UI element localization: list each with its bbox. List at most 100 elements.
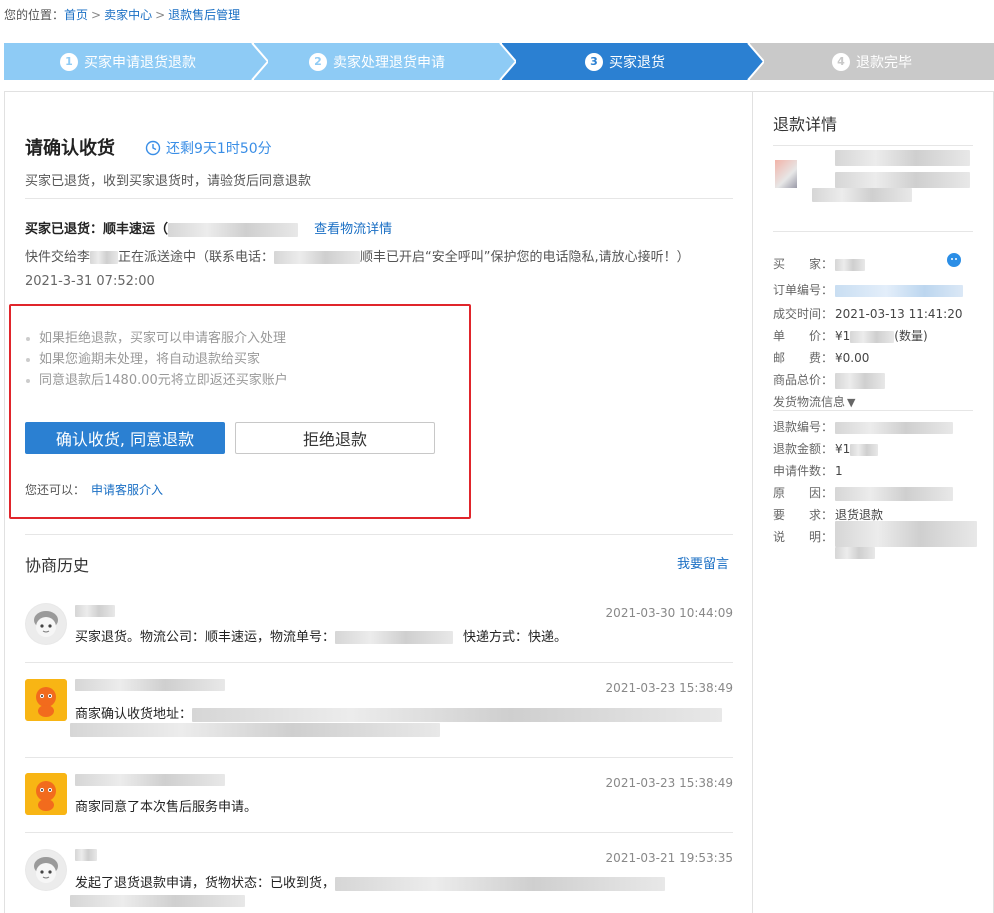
total-redacted	[835, 372, 886, 389]
tip-item: 如果拒绝退款，买家可以申请客服介入处理	[25, 328, 288, 349]
divider	[25, 534, 733, 535]
detail-row-unit-price: 单 价： ¥1 (数量)	[773, 327, 928, 344]
detail-value: ¥1	[835, 329, 851, 343]
delivery-status-text: 快件交给李	[25, 250, 91, 265]
page-subtitle: 买家已退货，收到买家退货时，请验货后同意退款	[25, 174, 312, 189]
countdown-timer: 还剩9天1时50分	[145, 138, 272, 158]
refund-number-redacted	[835, 421, 954, 434]
amount-redacted	[850, 443, 879, 456]
history-text-part: 商家确认收货地址：	[75, 707, 193, 722]
address-redacted	[192, 707, 723, 722]
history-text-part: 买家退货。物流公司：顺丰速运，物流单号：	[75, 630, 336, 645]
detail-key: 退款编号：	[773, 420, 834, 434]
history-title: 协商历史	[25, 556, 90, 575]
delivery-status-text: 顺丰已开启“安全呼叫”保护您的电话隐私,请放心接听！）	[360, 250, 690, 265]
step-arrow-icon	[498, 43, 516, 80]
detail-key: 申请件数：	[773, 464, 834, 478]
product-thumbnail[interactable]	[775, 160, 797, 188]
chat-icon[interactable]	[946, 252, 962, 268]
history-text: 买家退货。物流公司：顺丰速运，物流单号： 快递方式：快递。	[75, 626, 567, 645]
step-progress: 1 买家申请退货退款 2 卖家处理退货申请 3 买家退货 4 退款完毕	[4, 43, 994, 80]
delivery-status-text: 正在派送途中（联系电话：	[118, 250, 275, 265]
step-4: 4 退款完毕	[750, 43, 994, 80]
page-title: 请确认收货	[25, 138, 115, 159]
detail-key: 邮 费：	[773, 351, 834, 365]
tracking-number-redacted	[168, 222, 299, 237]
tips-list: 如果拒绝退款，买家可以申请客服介入处理 如果您逾期未处理，将自动退款给买家 同意…	[25, 328, 288, 391]
reason-redacted	[835, 486, 954, 501]
history-text: 发起了退货退款申请，货物状态：已收到货，	[75, 872, 666, 891]
breadcrumb-separator: >	[155, 8, 166, 22]
product-sku-redacted	[812, 188, 912, 202]
buyer-avatar-icon	[26, 604, 66, 644]
confirm-receipt-button[interactable]: 确认收货, 同意退款	[25, 422, 225, 454]
seller-avatar	[25, 773, 67, 815]
buyer-avatar	[25, 849, 67, 891]
step-number: 1	[60, 52, 78, 71]
detail-row-quantity: 申请件数： 1	[773, 462, 843, 479]
history-text-part: 快递方式：快递。	[463, 630, 568, 645]
buyer-name-redacted	[835, 258, 866, 271]
detail-value: (数量)	[894, 329, 928, 343]
store-name-redacted	[75, 679, 225, 691]
description-redacted	[835, 547, 875, 559]
step-label: 退款完毕	[856, 54, 912, 71]
description-redacted	[835, 521, 977, 547]
step-number: 2	[309, 52, 327, 71]
leave-message-link[interactable]: 我要留言	[677, 553, 729, 572]
detail-row-order-number: 订单编号：	[773, 281, 964, 298]
reject-refund-button[interactable]: 拒绝退款	[235, 422, 435, 454]
price-redacted	[850, 330, 895, 343]
detail-key: 买 家：	[773, 257, 834, 271]
history-item: 2021-03-23 15:38:49 商家同意了本次售后服务申请。	[25, 773, 733, 825]
detail-key: 原 因：	[773, 486, 834, 500]
delivery-status: 快件交给李 正在派送途中（联系电话： 顺丰已开启“安全呼叫”保护您的电话隐私,请放心…	[25, 246, 690, 265]
countdown-text: 还剩9天1时50分	[166, 141, 272, 157]
buyer-avatar	[25, 603, 67, 645]
detail-key: 发货物流信息	[773, 395, 846, 409]
breadcrumb-refund-link[interactable]: 退款售后管理	[168, 8, 240, 22]
history-item: 2021-03-23 15:38:49 商家确认收货地址：	[25, 677, 733, 757]
step-label: 买家申请退货退款	[84, 54, 196, 71]
detail-key: 要 求：	[773, 508, 834, 522]
shipping-carrier: 买家已退货：顺丰速运（	[25, 222, 169, 237]
step-number: 3	[585, 52, 603, 71]
request-support-link[interactable]: 申请客服介入	[91, 483, 163, 497]
divider	[773, 410, 973, 411]
phone-redacted	[274, 251, 361, 264]
detail-value: 1	[835, 464, 843, 478]
tip-item: 如果您逾期未处理，将自动退款给买家	[25, 349, 288, 370]
step-arrow-icon	[746, 43, 764, 80]
history-text: 商家同意了本次售后服务申请。	[75, 800, 258, 815]
detail-key: 商品总价：	[773, 373, 834, 387]
detail-row-deal-time: 成交时间： 2021-03-13 11:41:20	[773, 305, 962, 322]
product-title-redacted	[835, 150, 970, 166]
tip-item: 同意退款后1480.00元将立即返还买家账户	[25, 370, 288, 391]
step-label: 买家退货	[609, 54, 665, 71]
detail-row-buyer: 买 家：	[773, 255, 866, 272]
history-time: 2021-03-21 19:53:35	[605, 851, 733, 865]
step-number: 4	[832, 52, 850, 71]
history-item: 2021-03-30 10:44:09 买家退货。物流公司：顺丰速运，物流单号：…	[25, 603, 733, 661]
address-redacted	[70, 723, 440, 737]
also-label: 您还可以：	[25, 483, 86, 497]
reason-redacted	[335, 876, 666, 891]
detail-row-reason: 原 因：	[773, 484, 954, 501]
logistics-details-link[interactable]: 查看物流详情	[314, 222, 392, 237]
step-1: 1 买家申请退货退款	[4, 43, 268, 80]
divider	[773, 145, 973, 146]
detail-key: 订单编号：	[773, 283, 834, 297]
detail-row-description: 说 明：	[773, 528, 833, 545]
also-options: 您还可以： 申请客服介入	[25, 481, 163, 498]
detail-value: 2021-03-13 11:41:20	[835, 307, 963, 321]
seller-avatar-icon	[25, 773, 67, 815]
shipping-info-toggle[interactable]: 发货物流信息 ▼	[773, 393, 855, 410]
breadcrumb-home-link[interactable]: 首页	[64, 8, 88, 22]
breadcrumb-seller-center-link[interactable]: 卖家中心	[104, 8, 152, 22]
refund-details-panel	[752, 91, 994, 913]
divider	[773, 231, 973, 232]
breadcrumb-separator: >	[91, 8, 102, 22]
detail-key: 退款金额：	[773, 442, 834, 456]
order-number-redacted[interactable]	[835, 284, 964, 297]
seller-avatar	[25, 679, 67, 721]
